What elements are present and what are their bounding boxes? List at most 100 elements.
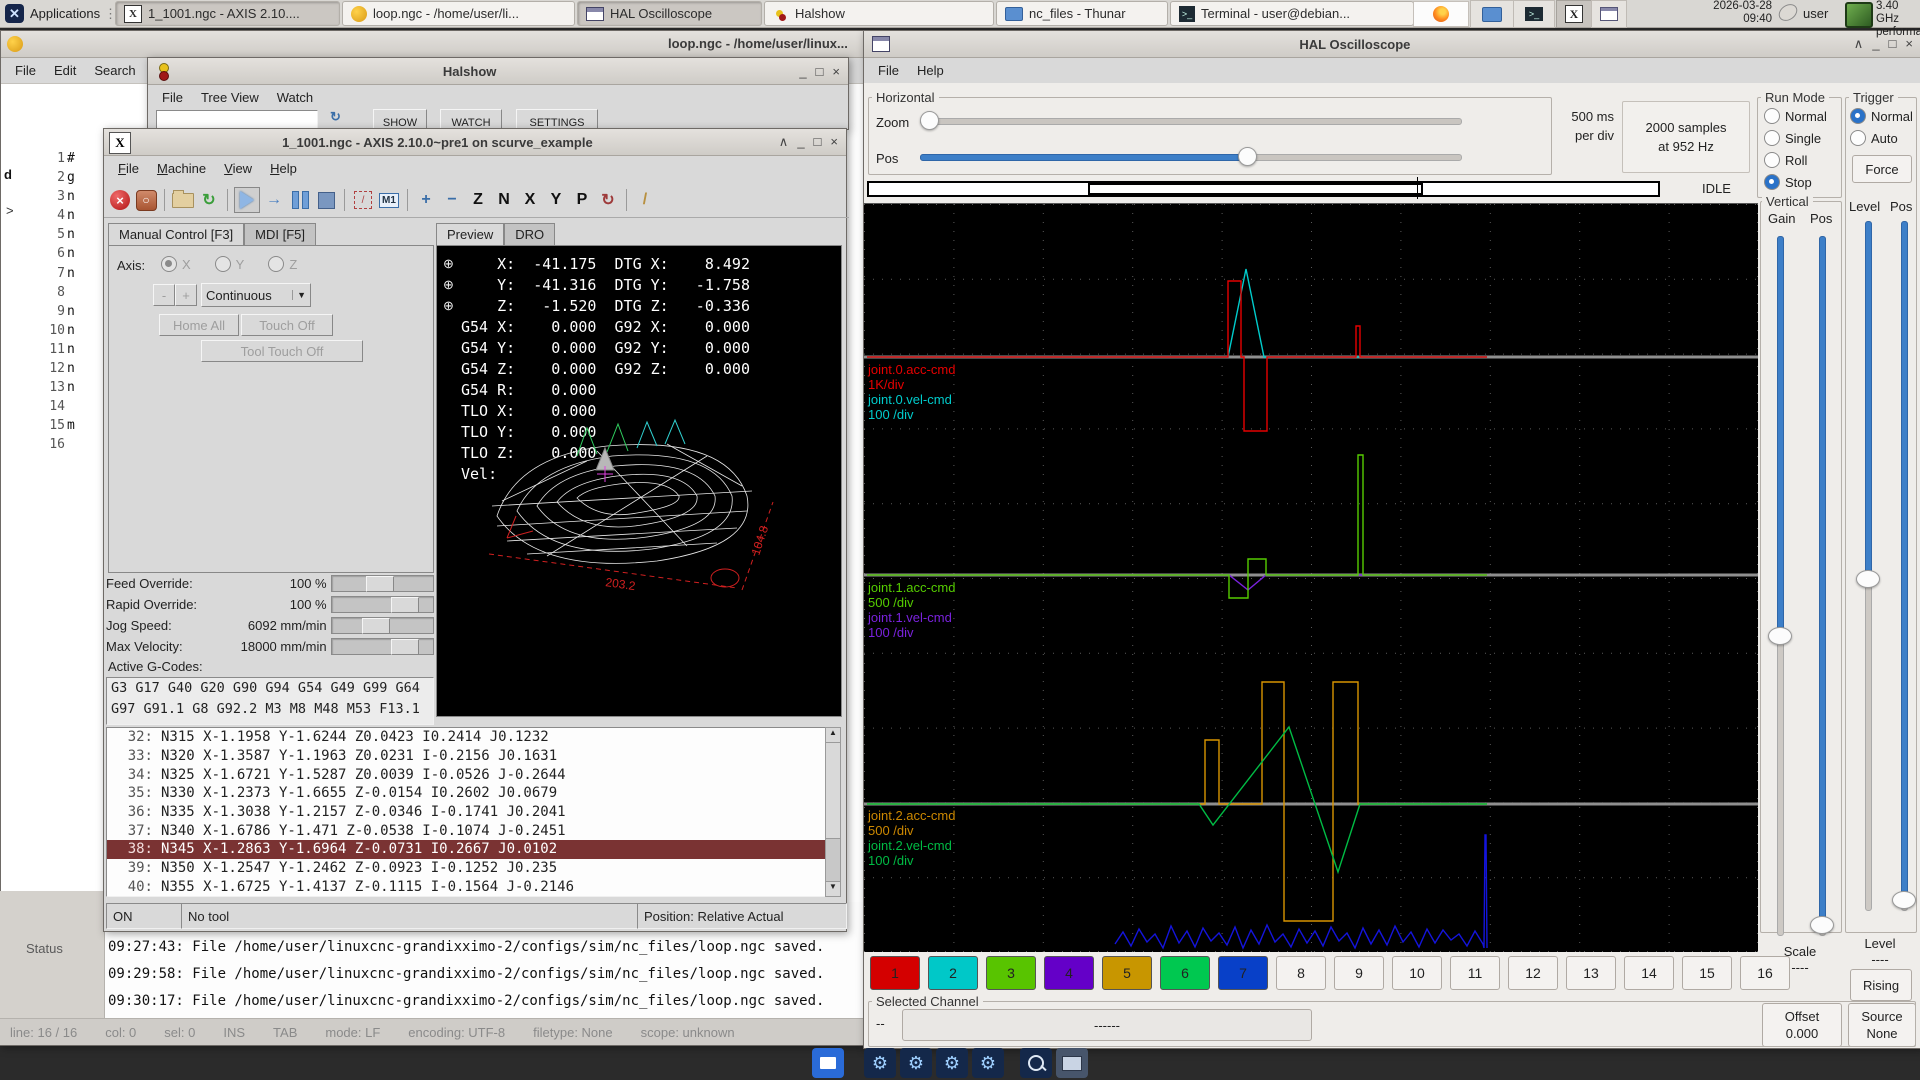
toolbar-view-z2-icon[interactable]: N xyxy=(492,188,516,212)
halshow-menu-watch[interactable]: Watch xyxy=(269,88,321,107)
axis-titlebar[interactable]: X 1_1001.ngc - AXIS 2.10.0~pre1 on scurv… xyxy=(104,129,846,156)
taskbar-window-scope[interactable]: HAL Oscilloscope xyxy=(577,1,762,26)
axis-menu-view[interactable]: View xyxy=(216,159,260,178)
halshow-minimize-icon[interactable]: _ xyxy=(799,64,806,79)
halshow-close-icon[interactable]: × xyxy=(832,64,840,79)
tab-dro[interactable]: DRO xyxy=(504,223,555,245)
jog-mode-select[interactable]: Continuous ▼ xyxy=(201,283,311,307)
run-mode-radio-roll[interactable] xyxy=(1764,152,1780,168)
tray-firefox-icon[interactable] xyxy=(1413,1,1469,27)
channel-button-12[interactable]: 12 xyxy=(1508,956,1558,990)
tab-mdi[interactable]: MDI [F5] xyxy=(244,223,316,245)
tab-preview[interactable]: Preview xyxy=(436,223,504,245)
trigger-level-thumb[interactable] xyxy=(1856,570,1880,588)
scope-menu-help[interactable]: Help xyxy=(909,61,952,80)
channel-button-8[interactable]: 8 xyxy=(1276,956,1326,990)
toolbar-pause-program-icon[interactable] xyxy=(288,188,312,212)
toolbar-zoom-in-icon[interactable]: + xyxy=(414,188,438,212)
gcode-line[interactable]: 39:N350 X-1.2547 Y-1.2462 Z-0.0923 I-0.1… xyxy=(107,859,826,878)
taskbar-window-axis[interactable]: X1_1001.ngc - AXIS 2.10.... xyxy=(115,1,340,26)
dock-display-icon[interactable] xyxy=(1056,1048,1088,1078)
axis-menu-help[interactable]: Help xyxy=(262,159,305,178)
scope-menu-file[interactable]: File xyxy=(870,61,907,80)
channel-button-11[interactable]: 11 xyxy=(1450,956,1500,990)
editor-menu-search[interactable]: Search xyxy=(86,61,143,80)
gcode-line[interactable]: 36:N335 X-1.3038 Y-1.2157 Z-0.0346 I-0.1… xyxy=(107,803,826,822)
trigger-edge-button[interactable]: Rising xyxy=(1850,969,1912,1001)
override-slider-thumb[interactable] xyxy=(362,618,390,634)
gcode-line-active[interactable]: 38:N345 X-1.2863 Y-1.6964 Z-0.0731 I0.26… xyxy=(107,840,826,859)
override-slider[interactable] xyxy=(331,575,434,592)
vertical-pos-thumb[interactable] xyxy=(1810,916,1834,934)
override-slider-thumb[interactable] xyxy=(391,639,419,655)
axis-shade-icon[interactable]: ∧ xyxy=(779,134,789,150)
vertical-gain-slider[interactable] xyxy=(1770,236,1788,936)
gcode-line[interactable]: 34:N325 X-1.6721 Y-1.5287 Z0.0039 I-0.05… xyxy=(107,765,826,784)
dock-search-icon[interactable] xyxy=(1020,1048,1052,1078)
toolbar-view-z-icon[interactable]: Z xyxy=(466,188,490,212)
channel-button-4[interactable]: 4 xyxy=(1044,956,1094,990)
channel-button-6[interactable]: 6 xyxy=(1160,956,1210,990)
selected-channel-button[interactable]: ------ xyxy=(902,1009,1312,1041)
scroll-thumb[interactable] xyxy=(826,743,840,839)
axis-menu-machine[interactable]: Machine xyxy=(149,159,214,178)
axis-radio-z[interactable] xyxy=(268,256,284,272)
channel-button-9[interactable]: 9 xyxy=(1334,956,1384,990)
trigger-pos-thumb[interactable] xyxy=(1892,891,1916,909)
toolbar-view-x-icon[interactable]: X xyxy=(518,188,542,212)
horizontal-pos-slider[interactable] xyxy=(920,147,1462,165)
toolbar-clear-plot-icon[interactable]: / xyxy=(633,188,657,212)
touch-off-button[interactable]: Touch Off xyxy=(241,314,333,336)
axis-menu-file[interactable]: File xyxy=(110,159,147,178)
applications-menu-icon[interactable]: ✕ xyxy=(5,4,24,23)
pos-slider-thumb[interactable] xyxy=(1238,147,1257,166)
scope-titlebar[interactable]: HAL Oscilloscope ∧_□× xyxy=(864,31,1920,58)
axis-radio-y[interactable] xyxy=(215,256,231,272)
home-all-button[interactable]: Home All xyxy=(159,314,239,336)
editor-text-area[interactable]: #gnnnnnnnnnnm xyxy=(67,151,75,457)
jog-minus-button[interactable]: - xyxy=(153,284,175,306)
trigger-force-button[interactable]: Force xyxy=(1852,155,1912,183)
gcode-listing[interactable]: 32:N315 X-1.1958 Y-1.6244 Z0.0423 I0.241… xyxy=(106,727,827,897)
run-mode-radio-normal[interactable] xyxy=(1764,108,1780,124)
trigger-radio-auto[interactable] xyxy=(1850,130,1866,146)
halshow-tab-show[interactable]: SHOW xyxy=(373,109,427,130)
editor-menu-file[interactable]: File xyxy=(7,61,44,80)
vertical-pos-slider[interactable] xyxy=(1812,236,1830,936)
dock-window-icon[interactable] xyxy=(812,1048,844,1078)
scroll-up-icon[interactable]: ▲ xyxy=(826,728,840,743)
dock-gear-icon[interactable]: ⚙ xyxy=(900,1048,932,1078)
halshow-filter-input[interactable] xyxy=(156,110,318,130)
gcode-scrollbar[interactable]: ▲ ▼ xyxy=(825,727,841,897)
dock-gear-icon[interactable]: ⚙ xyxy=(936,1048,968,1078)
trigger-pos-slider[interactable] xyxy=(1894,221,1912,911)
override-slider-thumb[interactable] xyxy=(366,576,394,592)
gcode-line[interactable]: 32:N315 X-1.1958 Y-1.6244 Z0.0423 I0.241… xyxy=(107,728,826,747)
halshow-menu-tree-view[interactable]: Tree View xyxy=(193,88,267,107)
gcode-line[interactable]: 40:N355 X-1.6725 Y-1.4137 Z-0.1115 I-0.1… xyxy=(107,878,826,897)
dock-gear-icon[interactable]: ⚙ xyxy=(864,1048,896,1078)
axis-radio-x[interactable] xyxy=(161,256,177,272)
trigger-level-slider[interactable] xyxy=(1858,221,1876,911)
taskbar-window-mousepad[interactable]: loop.ngc - /home/user/li... xyxy=(342,1,575,26)
override-slider[interactable] xyxy=(331,596,434,613)
scope-shade-icon[interactable]: ∧ xyxy=(1854,36,1864,52)
halshow-tab-watch[interactable]: WATCH xyxy=(440,109,502,130)
toolbar-estop-icon[interactable]: × xyxy=(108,188,132,212)
gcode-line[interactable]: 37:N340 X-1.6786 Y-1.471 Z-0.0538 I-0.10… xyxy=(107,821,826,840)
tray-window-icon[interactable] xyxy=(1591,0,1627,28)
toolbar-run-step-icon[interactable]: → xyxy=(262,188,286,212)
toolbar-rotate-view-icon[interactable]: ↻ xyxy=(596,188,620,212)
scroll-down-icon[interactable]: ▼ xyxy=(826,881,840,896)
user-indicator[interactable]: user xyxy=(1803,6,1828,21)
override-slider-thumb[interactable] xyxy=(391,597,419,613)
channel-button-3[interactable]: 3 xyxy=(986,956,1036,990)
channel-button-13[interactable]: 13 xyxy=(1566,956,1616,990)
axis-close-icon[interactable]: × xyxy=(830,134,838,150)
tab-manual-control[interactable]: Manual Control [F3] xyxy=(108,223,244,245)
halshow-tab-settings[interactable]: SETTINGS xyxy=(516,109,598,130)
taskbar-window-halshow[interactable]: Halshow xyxy=(764,1,994,26)
run-mode-radio-single[interactable] xyxy=(1764,130,1780,146)
tray-axis-icon[interactable]: X xyxy=(1556,0,1592,28)
toolbar-machine-power-icon[interactable]: ○ xyxy=(134,188,158,212)
